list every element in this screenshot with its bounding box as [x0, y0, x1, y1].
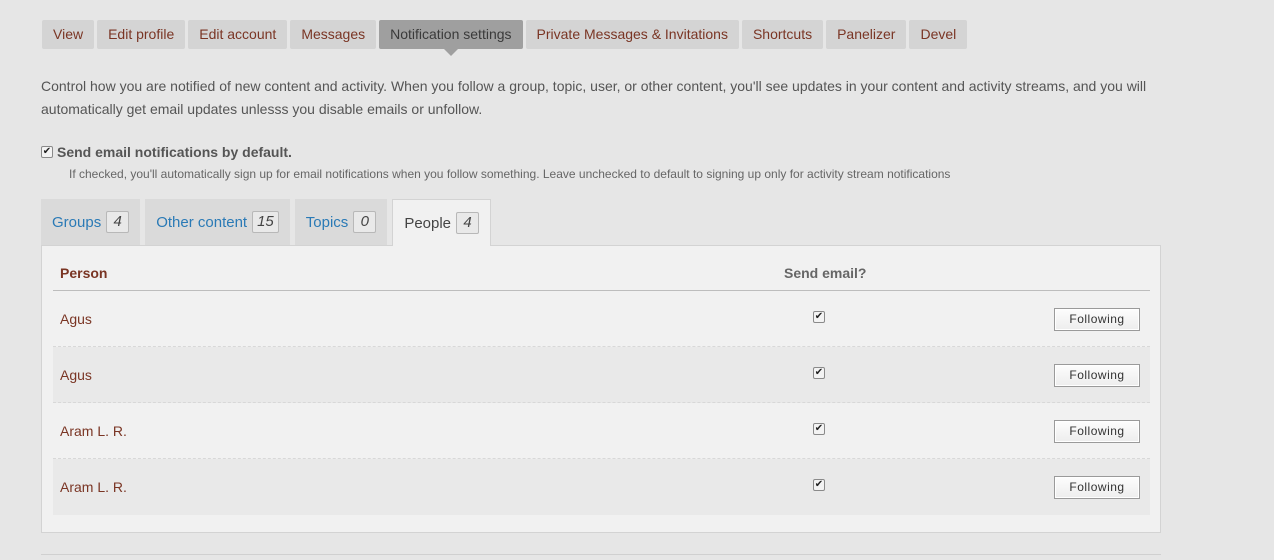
count-badge: 15	[252, 211, 279, 233]
person-link[interactable]: Aram L. R.	[60, 423, 127, 439]
table-row: Aram L. R. ✔ Following	[53, 459, 1150, 515]
send-email-checkbox[interactable]: ✔	[813, 479, 825, 491]
tab-panelizer[interactable]: Panelizer	[826, 20, 907, 49]
tab-devel[interactable]: Devel	[909, 20, 968, 49]
check-icon: ✔	[42, 146, 52, 157]
tab-edit-account[interactable]: Edit account	[188, 20, 288, 49]
check-icon: ✔	[814, 423, 824, 434]
person-link[interactable]: Agus	[60, 311, 92, 327]
person-link[interactable]: Aram L. R.	[60, 479, 127, 495]
default-email-label[interactable]: Send email notifications by default.	[57, 144, 292, 160]
following-button[interactable]: Following	[1054, 476, 1140, 499]
column-header-person[interactable]: Person	[60, 265, 107, 281]
intro-description: Control how you are notified of new cont…	[41, 78, 1147, 117]
subtab-other-content[interactable]: Other content 15	[145, 199, 290, 245]
tab-private-messages-invitations[interactable]: Private Messages & Invitations	[525, 20, 739, 49]
count-badge: 0	[353, 211, 377, 233]
follow-type-tabs: Groups 4 Other content 15 Topics 0 Peopl…	[41, 199, 492, 246]
following-button[interactable]: Following	[1054, 364, 1140, 387]
tab-view[interactable]: View	[42, 20, 95, 49]
tab-notification-settings[interactable]: Notification settings	[379, 20, 523, 56]
check-icon: ✔	[814, 311, 824, 322]
default-email-checkbox[interactable]: ✔	[41, 146, 53, 158]
check-icon: ✔	[814, 367, 824, 378]
divider	[41, 554, 1161, 555]
person-link[interactable]: Agus	[60, 367, 92, 383]
send-email-checkbox[interactable]: ✔	[813, 367, 825, 379]
following-button[interactable]: Following	[1054, 308, 1140, 331]
subtab-label: Topics	[305, 213, 349, 231]
table-row: Aram L. R. ✔ Following	[53, 403, 1150, 459]
subtab-label: People	[404, 214, 452, 232]
default-email-setting: ✔ Send email notifications by default.	[41, 144, 292, 160]
send-email-checkbox[interactable]: ✔	[813, 423, 825, 435]
send-email-checkbox[interactable]: ✔	[813, 311, 825, 323]
default-email-description: If checked, you'll automatically sign up…	[69, 167, 951, 181]
subtab-label: Groups	[52, 213, 102, 231]
primary-tabs: View Edit profile Edit account Messages …	[42, 20, 968, 56]
table-header: Person Send email?	[53, 246, 1150, 291]
table-row: Agus ✔ Following	[53, 347, 1150, 403]
column-header-send-email: Send email?	[784, 265, 867, 281]
tab-edit-profile[interactable]: Edit profile	[97, 20, 186, 49]
people-panel: Person Send email? Agus ✔ Following Agus…	[41, 245, 1161, 533]
following-button[interactable]: Following	[1054, 420, 1140, 443]
count-badge: 4	[106, 211, 130, 233]
table-row: Agus ✔ Following	[53, 291, 1150, 347]
check-icon: ✔	[814, 479, 824, 490]
count-badge: 4	[456, 212, 480, 234]
subtab-groups[interactable]: Groups 4	[41, 199, 141, 245]
tab-messages[interactable]: Messages	[290, 20, 377, 49]
tab-shortcuts[interactable]: Shortcuts	[741, 20, 824, 49]
subtab-people[interactable]: People 4	[392, 199, 492, 246]
subtab-topics[interactable]: Topics 0	[294, 199, 388, 245]
subtab-label: Other content	[156, 213, 248, 231]
